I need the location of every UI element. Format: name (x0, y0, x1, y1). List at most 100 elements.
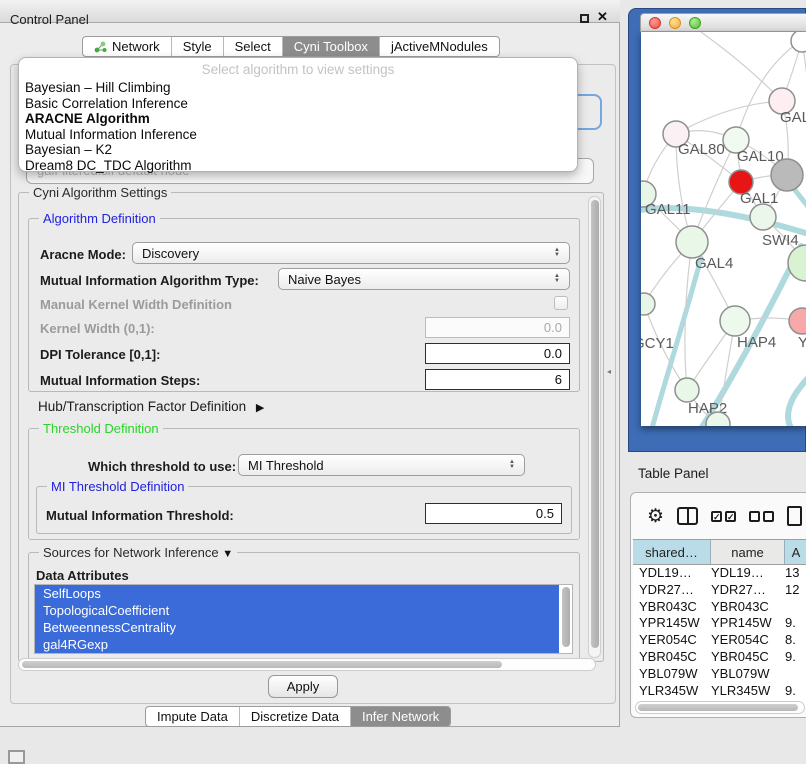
close-icon[interactable]: ✕ (597, 9, 608, 25)
table-cell: YPR145W (633, 615, 707, 632)
apply-button[interactable]: Apply (268, 675, 338, 698)
tab-impute-data[interactable]: Impute Data (146, 707, 239, 726)
network-node[interactable] (791, 32, 806, 52)
scrollbar-thumb[interactable] (22, 661, 502, 668)
network-canvas[interactable]: GALGAL80GAL10GAL1GAL11GAL4SWI4GCY1HAP4YH… (641, 32, 806, 426)
table-cell: YER054C (633, 632, 707, 649)
splitter-collapse-handle[interactable]: ◂ (607, 367, 611, 376)
table-row[interactable]: YBL079WYBL079W (633, 666, 806, 683)
table-cell: YDR27… (707, 582, 781, 599)
which-threshold-combo[interactable]: MI Threshold ▲▼ (238, 454, 525, 476)
table-cell: YLR345W (633, 683, 707, 700)
table-row[interactable]: YBR045CYBR045C9. (633, 649, 806, 666)
data-attributes-list[interactable]: SelfLoops TopologicalCoefficient Between… (34, 584, 573, 654)
hub-definition-expander[interactable]: Hub/Transcription Factor Definition ▶ (38, 399, 264, 414)
stepper-arrows-icon: ▲▼ (504, 460, 524, 470)
table-panel: ⚙ ✓✓ shared… name A YDL19…YDL19…13YDR27…… (630, 492, 806, 718)
algorithm-dropdown-popup: Select algorithm to view settings Bayesi… (18, 57, 578, 172)
tab-cyni-toolbox[interactable]: Cyni Toolbox (282, 37, 379, 56)
table-cell: 9. (781, 615, 806, 632)
scrollbar-thumb[interactable] (638, 704, 798, 711)
dropdown-item[interactable]: Bayesian – Hill Climbing (19, 80, 577, 96)
mi-threshold-field[interactable]: 0.5 (425, 503, 562, 524)
network-node[interactable] (750, 204, 776, 230)
tab-network[interactable]: Network (83, 37, 171, 56)
node-label: SWI4 (762, 232, 799, 249)
network-node[interactable] (771, 159, 803, 191)
network-node[interactable] (788, 245, 806, 281)
table-row[interactable]: YDL19…YDL19…13 (633, 565, 806, 582)
network-node[interactable] (675, 378, 699, 402)
dropdown-item[interactable]: Basic Correlation Inference (19, 96, 577, 112)
network-window-titlebar[interactable] (640, 13, 806, 32)
stepper-arrows-icon: ▲▼ (549, 274, 569, 284)
tab-discretize-data[interactable]: Discretize Data (239, 707, 350, 726)
settings-horizontal-scrollbar[interactable] (18, 658, 596, 671)
tab-label: Discretize Data (251, 709, 339, 724)
network-node[interactable] (676, 226, 708, 258)
gear-icon[interactable]: ⚙ (647, 507, 664, 526)
page-icon[interactable] (787, 506, 802, 526)
float-window-icon[interactable] (580, 14, 589, 23)
expander-right-icon[interactable]: ▶ (256, 402, 264, 414)
manual-kernel-checkbox[interactable] (554, 296, 568, 310)
list-scrollbar-thumb[interactable] (562, 587, 570, 647)
dropdown-item[interactable]: Mutual Information Inference (19, 127, 577, 143)
network-node[interactable] (789, 308, 806, 334)
network-node[interactable] (641, 293, 655, 315)
expander-down-icon[interactable]: ▼ (222, 548, 233, 560)
attribute-item-selected[interactable]: gal4RGexp (35, 636, 559, 653)
table-cell (781, 666, 806, 683)
tab-label: Impute Data (157, 709, 228, 724)
control-panel-titlebar[interactable] (0, 0, 620, 23)
table-cell: YPR145W (707, 615, 781, 632)
attribute-item-selected[interactable]: BetweennessCentrality (35, 619, 559, 636)
close-traffic-light-icon[interactable] (649, 17, 661, 29)
node-label: GAL4 (695, 255, 733, 272)
network-node[interactable] (720, 306, 750, 336)
attribute-item-selected[interactable]: SelfLoops (35, 585, 559, 602)
table-row[interactable]: YER054CYER054C8. (633, 632, 806, 649)
dpi-tolerance-label: DPI Tolerance [0,1]: (40, 347, 160, 362)
minimize-traffic-light-icon[interactable] (669, 17, 681, 29)
dpi-tolerance-field[interactable]: 0.0 (425, 343, 570, 364)
which-threshold-value: MI Threshold (248, 458, 324, 473)
zoom-traffic-light-icon[interactable] (689, 17, 701, 29)
stepper-arrows-icon: ▲▼ (549, 248, 569, 258)
settings-group-title: Cyni Algorithm Settings (29, 185, 171, 200)
dropdown-item[interactable]: Bayesian – K2 (19, 142, 577, 158)
mi-threshold-title: MI Threshold Definition (47, 479, 188, 494)
mi-steps-field[interactable]: 6 (425, 369, 570, 390)
column-panes-icon[interactable] (677, 507, 698, 525)
column-header[interactable]: shared… (633, 540, 711, 564)
mi-type-combo[interactable]: Naive Bayes ▲▼ (278, 268, 570, 290)
tab-style[interactable]: Style (171, 37, 223, 56)
scrollbar-thumb[interactable] (591, 200, 599, 648)
tab-label: Cyni Toolbox (294, 39, 368, 54)
kernel-width-field[interactable]: 0.0 (425, 317, 570, 338)
column-header[interactable]: name (711, 540, 785, 564)
attribute-item-selected[interactable]: TopologicalCoefficient (35, 602, 559, 619)
tab-jactivemnodules[interactable]: jActiveMNodules (379, 37, 499, 56)
aracne-mode-combo[interactable]: Discovery ▲▼ (132, 242, 570, 264)
dropdown-item[interactable]: Dream8 DC_TDC Algorithm (19, 158, 577, 174)
table-body[interactable]: YDL19…YDL19…13YDR27…YDR27…12YBR043CYBR04… (633, 565, 806, 707)
tab-select[interactable]: Select (223, 37, 282, 56)
table-row[interactable]: YDR27…YDR27…12 (633, 582, 806, 599)
mi-steps-label: Mutual Information Steps: (40, 373, 200, 388)
table-horizontal-scrollbar[interactable] (635, 701, 805, 714)
table-row[interactable]: YBR043CYBR043C (633, 599, 806, 616)
unchecked-boxes-icon[interactable] (749, 511, 774, 522)
table-row[interactable]: YLR345WYLR345W9. (633, 683, 806, 700)
column-header[interactable]: A (785, 540, 806, 564)
dropdown-item-selected[interactable]: ARACNE Algorithm (19, 111, 577, 127)
settings-vertical-scrollbar[interactable] (588, 196, 601, 658)
tab-label: Style (183, 39, 212, 54)
table-cell: YBR045C (707, 649, 781, 666)
node-label: GAL11 (645, 201, 691, 218)
table-cell: 8. (781, 632, 806, 649)
table-cell: YDR27… (633, 582, 707, 599)
table-row[interactable]: YPR145WYPR145W9. (633, 615, 806, 632)
tab-infer-network[interactable]: Infer Network (350, 707, 450, 726)
checked-boxes-icon[interactable]: ✓✓ (711, 511, 736, 522)
